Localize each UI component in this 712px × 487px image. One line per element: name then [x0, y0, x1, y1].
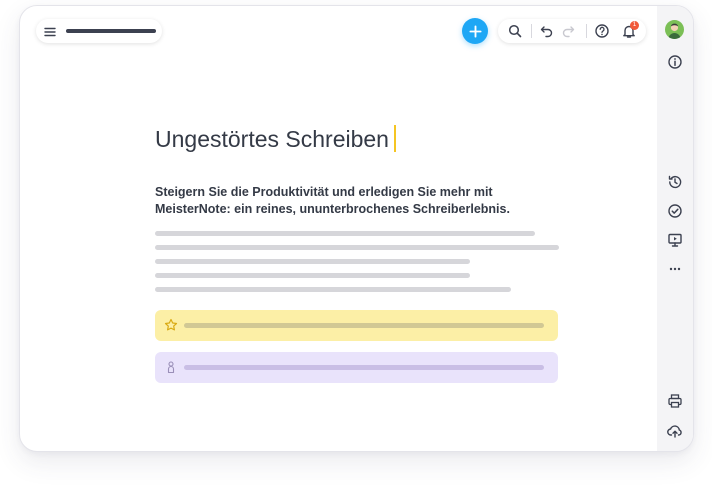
placeholder-line	[155, 259, 470, 264]
help-icon[interactable]	[594, 23, 610, 39]
callout-person[interactable]	[155, 352, 558, 383]
document-heading-text: Ungestörtes Schreiben	[155, 126, 389, 152]
callout-text-placeholder	[184, 365, 544, 370]
placeholder-line	[155, 245, 559, 250]
undo-icon[interactable]	[539, 23, 555, 39]
plus-icon	[468, 24, 482, 38]
menu-icon[interactable]	[44, 25, 56, 37]
document-body[interactable]: Ungestörtes Schreiben Steigern Sie die P…	[155, 124, 559, 383]
placeholder-line	[155, 273, 470, 278]
callout-highlight[interactable]	[155, 310, 558, 341]
document-subtitle[interactable]: Steigern Sie die Produktivität und erled…	[155, 184, 559, 218]
redo-icon[interactable]	[560, 23, 576, 39]
star-icon	[164, 318, 178, 332]
check-circle-icon[interactable]	[664, 200, 686, 222]
toolbar-divider	[586, 24, 587, 38]
presentation-icon[interactable]	[664, 229, 686, 251]
callout-text-placeholder	[184, 323, 544, 328]
document-title-pill[interactable]	[36, 19, 162, 43]
toolbar-divider	[531, 24, 532, 38]
right-sidebar	[657, 6, 693, 451]
more-icon[interactable]	[664, 258, 686, 280]
notification-badge: 1	[630, 21, 639, 30]
document-title-placeholder[interactable]	[66, 29, 156, 33]
placeholder-line	[155, 231, 535, 236]
document-heading[interactable]: Ungestörtes Schreiben	[155, 124, 396, 154]
person-icon	[164, 360, 178, 374]
print-icon[interactable]	[664, 390, 686, 412]
add-button[interactable]	[462, 18, 488, 44]
cloud-upload-icon[interactable]	[664, 420, 686, 442]
info-icon[interactable]	[664, 51, 686, 73]
placeholder-line	[155, 287, 511, 292]
search-icon[interactable]	[507, 23, 523, 39]
app-window: 1 Ungestörtes Schreiben Steigern Sie die…	[19, 5, 694, 452]
text-cursor	[393, 125, 396, 152]
avatar[interactable]	[665, 20, 684, 39]
toolbar: 1	[498, 19, 646, 43]
history-icon[interactable]	[664, 171, 686, 193]
